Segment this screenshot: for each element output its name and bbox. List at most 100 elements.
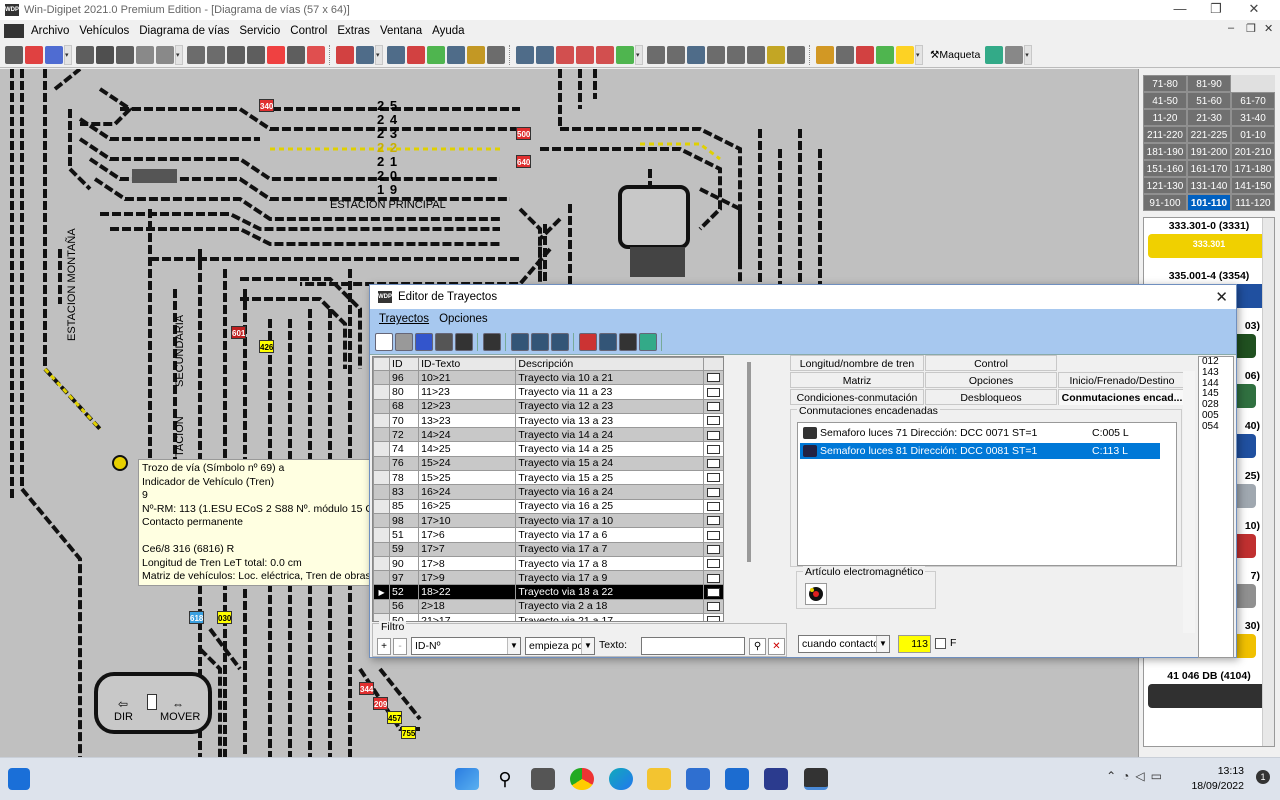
edge-icon[interactable] — [609, 768, 633, 790]
range-button[interactable]: 181-190 — [1143, 143, 1187, 160]
toolbar-dropdown-3[interactable]: ▾ — [375, 44, 383, 65]
route-icon[interactable] — [702, 498, 723, 514]
table-row[interactable]: 83 16>24 Trayecto via 16 a 24 — [373, 484, 723, 500]
route-icon[interactable] — [702, 369, 723, 386]
editor-tool-icon-2-2[interactable] — [551, 332, 569, 351]
filter-clear-icon[interactable]: ✕ — [768, 638, 785, 655]
toolbar-dropdown-5[interactable]: ▾ — [635, 44, 643, 65]
range-button[interactable]: 41-50 — [1143, 92, 1187, 109]
range-button[interactable]: 201-210 — [1231, 143, 1275, 160]
range-button[interactable]: 161-170 — [1187, 160, 1231, 177]
toolbar-icon-4-4[interactable] — [467, 45, 485, 64]
route-icon[interactable] — [702, 584, 723, 600]
editor-tool-icon-0-0[interactable] — [375, 332, 393, 351]
toolbar-icon-3-1[interactable] — [356, 45, 374, 64]
id-list[interactable]: 012 143 144 145 028 005 054 — [1198, 356, 1234, 658]
mdi-minimize-button[interactable]: – — [1228, 22, 1234, 34]
turntable-handle[interactable] — [147, 694, 157, 710]
range-button[interactable]: 71-80 — [1143, 75, 1187, 92]
toolbar-icon-6-5[interactable] — [747, 45, 765, 64]
dir-arrow-icon[interactable]: ⇦ — [118, 697, 128, 711]
toolbar-icon-7-0[interactable] — [816, 45, 834, 64]
store-icon[interactable] — [686, 768, 710, 790]
toolbar-icon-5-5[interactable] — [616, 45, 634, 64]
route-icon[interactable] — [702, 527, 723, 543]
contact-number-field[interactable]: 113 — [898, 635, 931, 653]
editor-tool-icon-0-1[interactable] — [395, 332, 413, 351]
route-icon[interactable] — [702, 470, 723, 486]
table-row[interactable]: 59 17>7 Trayecto via 17 a 7 — [373, 541, 723, 557]
editor-tool-icon-0-2[interactable] — [415, 332, 433, 351]
menu-vehiculos[interactable]: Vehículos — [74, 25, 134, 37]
toolbar-icon-6-6[interactable] — [767, 45, 785, 64]
table-row[interactable]: 90 17>8 Trayecto via 17 a 8 — [373, 555, 723, 572]
scroll-thumb[interactable] — [747, 362, 751, 562]
toolbar-icon-4-2[interactable] — [427, 45, 445, 64]
toolbar-icon-2-1[interactable] — [207, 45, 225, 64]
route-icon[interactable] — [702, 512, 723, 529]
route-icon[interactable] — [702, 541, 723, 557]
table-row[interactable]: 72 14>24 Trayecto via 14 a 24 — [373, 427, 723, 443]
toolbar-icon-1-0[interactable] — [76, 45, 94, 64]
toolbar-dropdown-0[interactable]: ▾ — [64, 44, 72, 65]
range-button[interactable]: 01-10 — [1231, 126, 1275, 143]
editor-tool-icon-2-1[interactable] — [531, 332, 549, 351]
toolbar-icon-6-3[interactable] — [707, 45, 725, 64]
toolbar-icon-5-2[interactable] — [556, 45, 574, 64]
toolbar-icon-7-4[interactable] — [896, 45, 914, 64]
toolbar-icon-2-0[interactable] — [187, 45, 205, 64]
train-number-badge[interactable]: 755 — [401, 726, 416, 739]
id-list-item[interactable]: 054 — [1202, 421, 1233, 433]
windows-start-icon[interactable] — [455, 768, 479, 790]
range-button[interactable]: 101-110 — [1187, 194, 1231, 211]
tab-longitud[interactable]: Longitud/nombre de tren — [790, 355, 924, 371]
toolbar-icon-2-2[interactable] — [227, 45, 245, 64]
range-button[interactable]: 81-90 — [1187, 75, 1231, 92]
route-icon[interactable] — [702, 484, 723, 500]
loco-item[interactable]: 333.301-0 (3331) 333.301 — [1144, 218, 1274, 268]
range-button[interactable]: 141-150 — [1231, 177, 1275, 194]
toolbar-dropdown-7[interactable]: ▾ — [915, 44, 923, 65]
train-number-badge[interactable]: 457 — [387, 711, 402, 724]
table-row[interactable]: 51 17>6 Trayecto via 17 a 6 — [373, 527, 723, 543]
table-row[interactable]: 76 15>24 Trayecto via 15 a 24 — [373, 455, 723, 472]
editor-close-button[interactable]: ✕ — [1215, 288, 1228, 306]
train-number-badge[interactable]: 618 — [189, 611, 204, 624]
table-row[interactable]: 78 15>25 Trayecto via 15 a 25 — [373, 470, 723, 486]
train-number-badge[interactable]: 640 — [516, 155, 531, 168]
toolbar-icon-0-2[interactable] — [45, 45, 63, 64]
editor-menu-trayectos[interactable]: Trayectos — [374, 313, 434, 325]
editor-tool-icon-3-0[interactable] — [579, 332, 597, 351]
maqueta-button[interactable]: ⚒ Maqueta — [926, 45, 984, 65]
range-button[interactable]: 111-120 — [1231, 194, 1275, 211]
menu-servicio[interactable]: Servicio — [234, 25, 285, 37]
toolbar-icon-6-2[interactable] — [687, 45, 705, 64]
table-row[interactable]: 70 13>23 Trayecto via 13 a 23 — [373, 412, 723, 429]
notification-badge[interactable]: 1 — [1256, 770, 1270, 784]
toolbar-icon-4-1[interactable] — [407, 45, 425, 64]
range-button[interactable]: 211-220 — [1143, 126, 1187, 143]
range-button[interactable]: 31-40 — [1231, 109, 1275, 126]
toolbar-icon-1-1[interactable] — [96, 45, 114, 64]
toolbar-icon-5-0[interactable] — [516, 45, 534, 64]
train-number-badge[interactable]: 426 — [259, 340, 274, 353]
toolbar-icon-6-4[interactable] — [727, 45, 745, 64]
menu-ayuda[interactable]: Ayuda — [427, 25, 469, 37]
tab-conmutaciones[interactable]: Conmutaciones encad... — [1058, 389, 1186, 405]
conmutaciones-list[interactable]: Semaforo luces 71 Dirección: DCC 0071 ST… — [797, 422, 1177, 566]
menu-ventana[interactable]: Ventana — [375, 25, 427, 37]
toolbar-icon-0-1[interactable] — [25, 45, 43, 64]
toolbar-icon-5-1[interactable] — [536, 45, 554, 64]
toolbar-icon-2-5[interactable] — [287, 45, 305, 64]
tab-inicio[interactable]: Inicio/Frenado/Destino — [1058, 372, 1186, 388]
col-desc-header[interactable]: Descripción — [515, 357, 704, 371]
range-button[interactable]: 91-100 — [1143, 194, 1187, 211]
editor-tool-icon-3-1[interactable] — [599, 332, 617, 351]
toolbar-dropdown-end[interactable]: ▾ — [1024, 44, 1033, 65]
mover-arrow-icon[interactable]: ⇔ — [172, 697, 184, 711]
table-row[interactable]: 96 10>21 Trayecto via 10 a 21 — [373, 369, 723, 386]
route-icon[interactable] — [702, 570, 723, 586]
menu-control[interactable]: Control — [285, 25, 332, 37]
mdi-close-button[interactable]: ✕ — [1264, 22, 1273, 35]
toolbar-icon-1-2[interactable] — [116, 45, 134, 64]
